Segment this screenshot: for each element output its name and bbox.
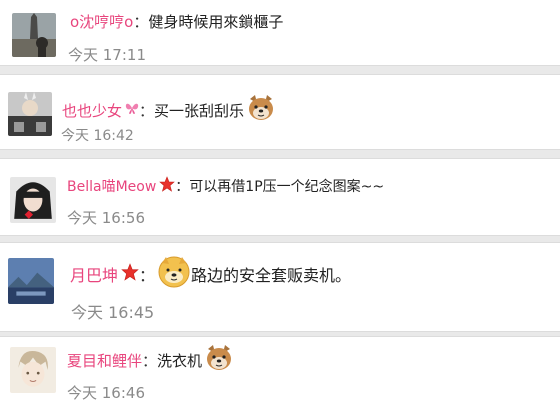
- username-link[interactable]: 夏目和鲤伴: [67, 350, 142, 371]
- doge-emoji-icon: [157, 255, 191, 293]
- dog-emoji-icon: [204, 343, 234, 377]
- comment-item: 夏目和鲤伴 ： 洗衣机 今天 16:46: [0, 336, 560, 418]
- colon: ：: [175, 179, 190, 195]
- timestamp: 今天 16:46: [67, 384, 145, 402]
- comment-item: o沈哼哼o ： 健身時候用來鎖櫃子 今天 17:11: [0, 0, 560, 66]
- avatar[interactable]: [10, 347, 56, 393]
- comment-line: 也也少女 ： 买一张刮刮乐: [62, 93, 276, 127]
- avatar-image: [10, 177, 56, 223]
- avatar[interactable]: [12, 13, 56, 57]
- star-badge-icon: [121, 263, 139, 285]
- comment-line: 月巴坤 ： 路边的安全套贩卖机。: [70, 255, 351, 293]
- avatar-image: [8, 92, 52, 136]
- timestamp: 今天 16:56: [67, 209, 145, 227]
- comment-text: 洗衣机: [157, 351, 203, 370]
- comment-item: 也也少女 ： 买一张刮刮乐 今天 16:42: [0, 74, 560, 150]
- colon: ：: [139, 101, 155, 120]
- username-link[interactable]: o沈哼哼o: [70, 11, 133, 32]
- username-link[interactable]: 月巴坤: [70, 262, 118, 286]
- comment-text: 可以再借1P压一个纪念图案~~: [189, 179, 385, 195]
- star-badge-icon: [159, 176, 176, 196]
- timestamp: 今天 17:11: [68, 46, 146, 64]
- comment-text: 路边的安全套贩卖机。: [191, 266, 352, 285]
- comment-line: 夏目和鲤伴 ： 洗衣机: [67, 343, 234, 377]
- avatar[interactable]: [10, 177, 56, 223]
- comment-item: 月巴坤 ： 路边的安全套贩卖机。 今天 16:45: [0, 242, 560, 332]
- comment-text: 健身時候用來鎖櫃子: [148, 13, 284, 31]
- avatar-image: [8, 258, 54, 304]
- avatar[interactable]: [8, 92, 52, 136]
- comment-text: 买一张刮刮乐: [154, 101, 245, 120]
- comment-line: o沈哼哼o ： 健身時候用來鎖櫃子: [70, 11, 283, 32]
- colon: ：: [142, 351, 158, 370]
- username-link[interactable]: Bella喵Meow: [67, 176, 156, 196]
- comment-line: Bella喵Meow ： 可以再借1P压一个纪念图案~~: [67, 176, 384, 196]
- avatar-image: [12, 13, 56, 57]
- timestamp: 今天 16:42: [61, 128, 134, 144]
- butterfly-badge-icon: [125, 101, 139, 119]
- timestamp: 今天 16:45: [71, 303, 155, 322]
- avatar-image: [10, 347, 56, 393]
- avatar[interactable]: [8, 258, 54, 304]
- colon: ：: [139, 266, 156, 285]
- colon: ：: [133, 13, 149, 31]
- comment-item: Bella喵Meow ： 可以再借1P压一个纪念图案~~ 今天 16:56: [0, 158, 560, 236]
- dog-emoji-icon: [246, 93, 276, 127]
- username-link[interactable]: 也也少女: [62, 100, 122, 121]
